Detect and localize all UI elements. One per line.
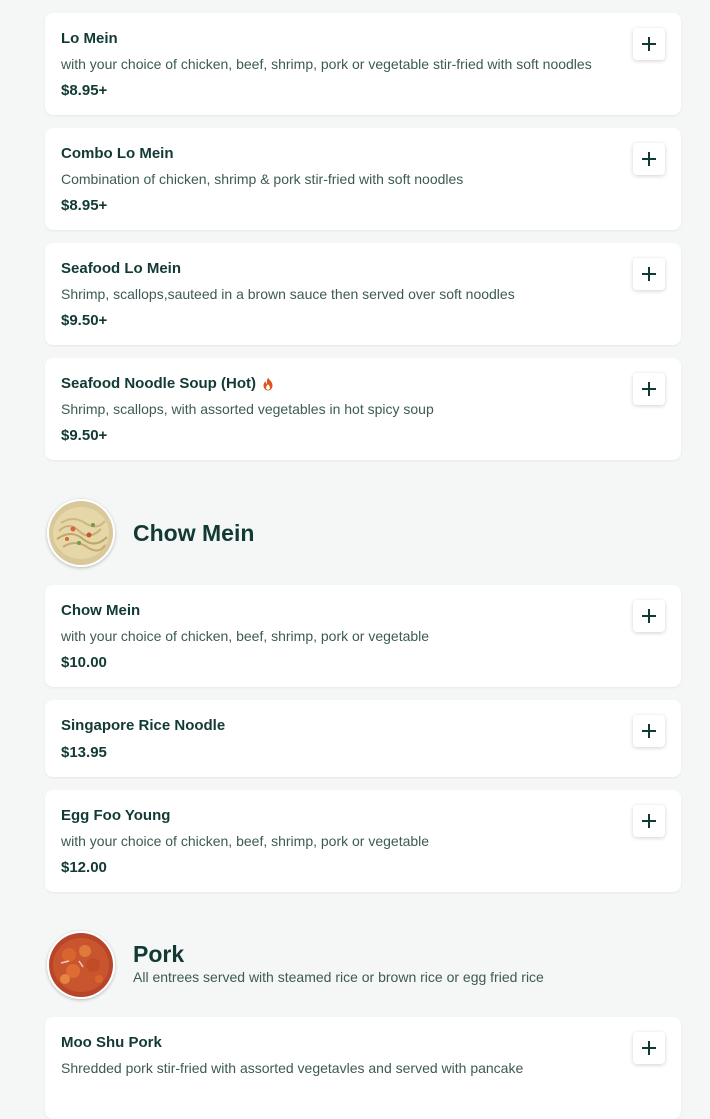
item-price: $13.95 <box>61 744 107 761</box>
section-header-chow-mein: Chow Mein <box>47 499 647 567</box>
section-photo <box>47 931 115 999</box>
item-name: Egg Foo Young <box>61 807 171 824</box>
add-item-button[interactable] <box>633 373 665 405</box>
item-name: Chow Mein <box>61 602 141 619</box>
add-item-button[interactable] <box>633 600 665 632</box>
item-name: Moo Shu Pork <box>61 1034 162 1051</box>
menu-item-card[interactable]: Lo Mein with your choice of chicken, bee… <box>45 13 681 115</box>
plus-icon <box>642 724 656 738</box>
add-item-button[interactable] <box>633 258 665 290</box>
item-price: $9.50+ <box>61 427 108 444</box>
item-description: Shrimp, scallops,sauteed in a brown sauc… <box>61 286 515 302</box>
plus-icon <box>642 814 656 828</box>
item-price: $12.00 <box>61 859 107 876</box>
menu-item-card[interactable]: Combo Lo Mein Combination of chicken, sh… <box>45 128 681 230</box>
item-name-row: Seafood Noodle Soup (Hot) <box>61 375 274 392</box>
flame-icon <box>263 377 273 390</box>
menu-item-card[interactable]: Seafood Noodle Soup (Hot) Shrimp, scallo… <box>45 358 681 460</box>
add-item-button[interactable] <box>633 805 665 837</box>
pork-photo <box>49 933 113 997</box>
item-name: Combo Lo Mein <box>61 145 174 162</box>
section-title: Chow Mein <box>133 520 255 546</box>
section-photo <box>47 499 115 567</box>
item-description: with your choice of chicken, beef, shrim… <box>61 628 430 644</box>
item-price: $8.95+ <box>61 197 108 214</box>
menu-item-card[interactable]: Moo Shu Pork Shredded pork stir-fried wi… <box>45 1017 681 1119</box>
chow-mein-photo <box>49 501 113 565</box>
add-item-button[interactable] <box>633 28 665 60</box>
item-description: Shredded pork stir-fried with assorted v… <box>61 1060 524 1076</box>
menu-item-card[interactable]: Singapore Rice Noodle $13.95 <box>45 700 681 777</box>
plus-icon <box>642 1041 656 1055</box>
item-name: Seafood Lo Mein <box>61 260 181 277</box>
section-subtitle: All entrees served with steamed rice or … <box>133 969 544 985</box>
menu-item-card[interactable]: Egg Foo Young with your choice of chicke… <box>45 790 681 892</box>
item-name: Singapore Rice Noodle <box>61 717 226 734</box>
item-description: with your choice of chicken, beef, shrim… <box>61 56 592 72</box>
plus-icon <box>642 152 656 166</box>
section-title: Pork <box>133 941 185 967</box>
item-price: $9.50+ <box>61 312 108 329</box>
item-description: with your choice of chicken, beef, shrim… <box>61 833 430 849</box>
item-description: Shrimp, scallops, with assorted vegetabl… <box>61 401 434 417</box>
add-item-button[interactable] <box>633 143 665 175</box>
item-name: Lo Mein <box>61 30 118 47</box>
plus-icon <box>642 267 656 281</box>
item-price: $8.95+ <box>61 82 108 99</box>
item-name: Seafood Noodle Soup (Hot) <box>61 375 256 392</box>
item-price: $10.00 <box>61 654 107 671</box>
plus-icon <box>642 37 656 51</box>
plus-icon <box>642 382 656 396</box>
menu-item-card[interactable]: Chow Mein with your choice of chicken, b… <box>45 585 681 687</box>
add-item-button[interactable] <box>633 1032 665 1064</box>
menu-item-card[interactable]: Seafood Lo Mein Shrimp, scallops,sauteed… <box>45 243 681 345</box>
plus-icon <box>642 609 656 623</box>
item-description: Combination of chicken, shrimp & pork st… <box>61 171 464 187</box>
add-item-button[interactable] <box>633 715 665 747</box>
section-header-pork: Pork All entrees served with steamed ric… <box>47 931 647 999</box>
